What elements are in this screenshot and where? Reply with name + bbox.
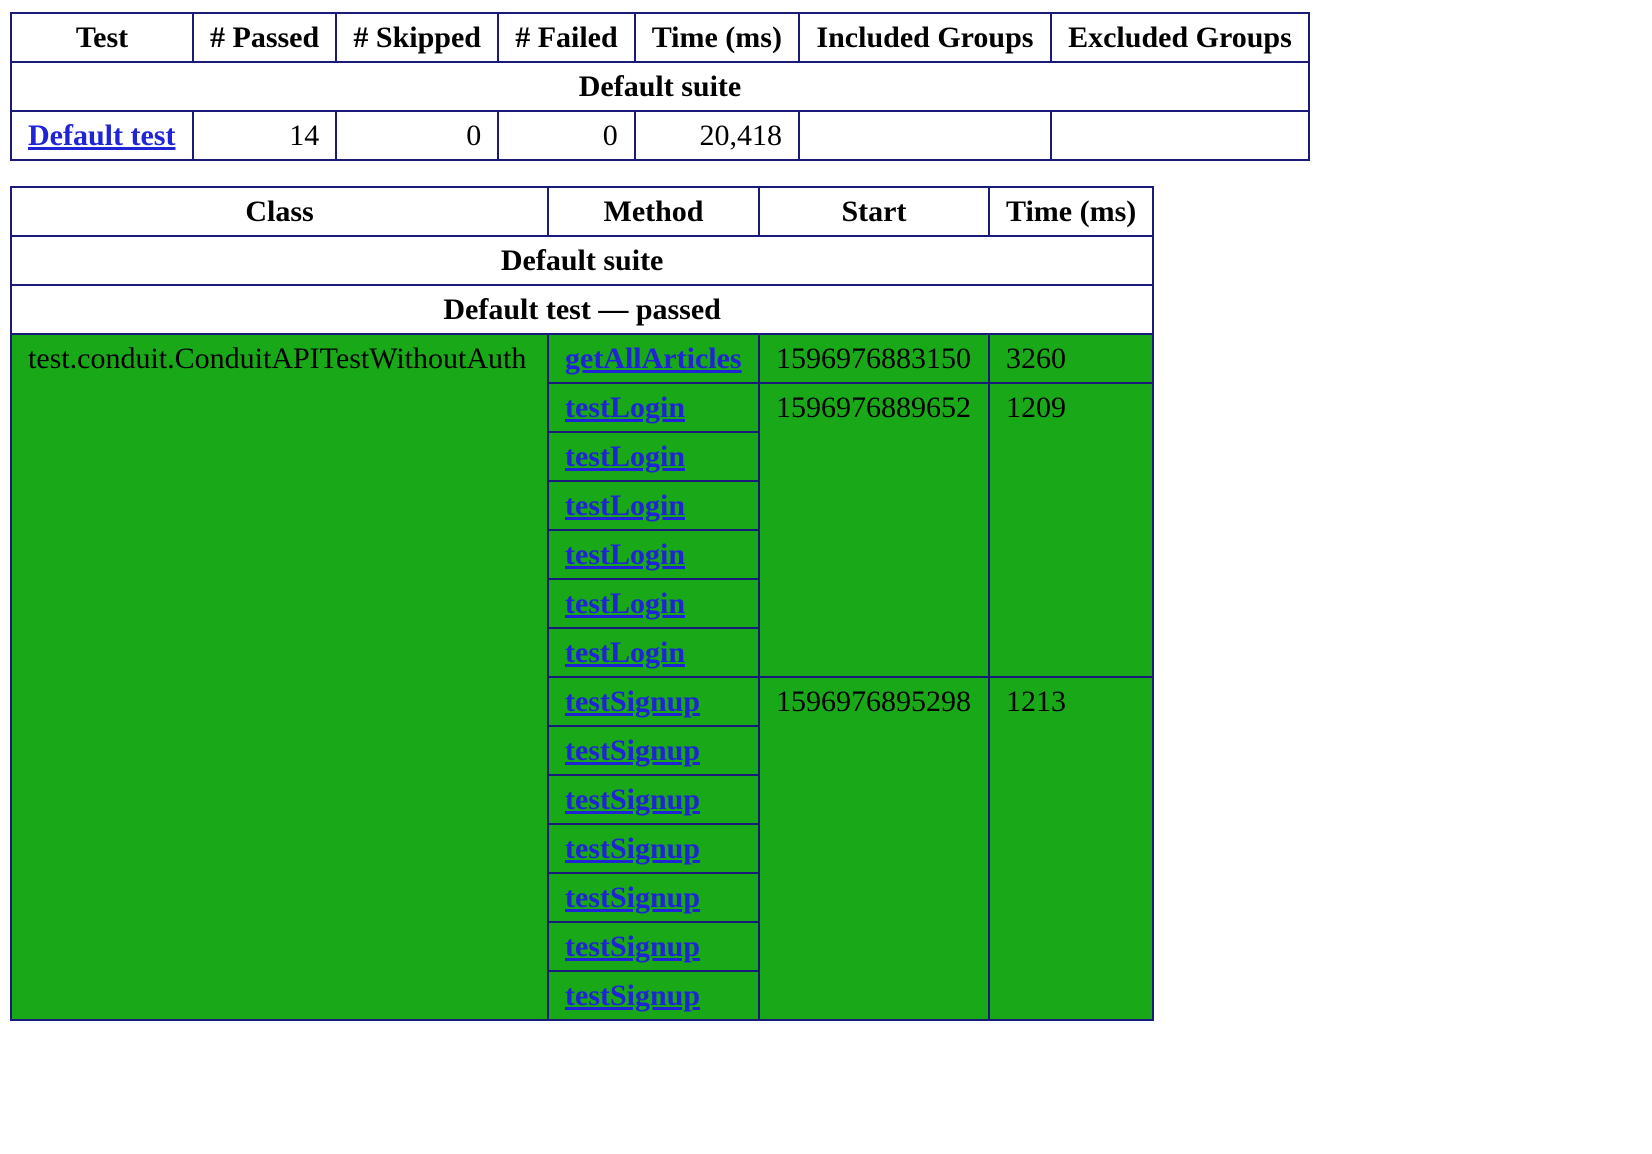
method-cell: testSignup: [547, 823, 760, 874]
test-summary-table: Test # Passed # Skipped # Failed Time (m…: [10, 12, 1310, 161]
method-cell: testLogin: [547, 431, 760, 482]
methods-suite-label: Default suite: [9, 235, 1155, 286]
method-link[interactable]: testSignup: [565, 979, 700, 1012]
method-link[interactable]: testLogin: [565, 391, 685, 424]
method-duration: 1209: [987, 382, 1155, 678]
skipped-count: 0: [335, 110, 500, 161]
summary-test-row: Default test 14 0 0 20,418: [10, 110, 1310, 161]
class-name: test.conduit.ConduitAPITestWithoutAuth: [10, 333, 549, 1021]
excluded-groups: [1049, 110, 1310, 161]
method-cell: testSignup: [547, 872, 760, 923]
method-link[interactable]: testSignup: [565, 783, 700, 816]
method-link[interactable]: testSignup: [565, 881, 700, 914]
method-cell: testSignup: [547, 676, 760, 727]
header-method: Method: [547, 186, 760, 237]
method-duration: 3260: [987, 333, 1155, 384]
header-time: Time (ms): [633, 12, 800, 63]
test-status-label: Default test — passed: [9, 284, 1155, 335]
header-start: Start: [758, 186, 990, 237]
method-cell: testSignup: [547, 725, 760, 776]
methods-suite-row: Default suite: [9, 235, 1155, 286]
method-cell: testLogin: [547, 529, 760, 580]
header-class: Class: [10, 186, 549, 237]
included-groups: [797, 110, 1052, 161]
method-cell: testLogin: [547, 382, 760, 433]
header-test: Test: [10, 12, 194, 63]
method-link[interactable]: testSignup: [565, 734, 700, 767]
method-link[interactable]: testSignup: [565, 832, 700, 865]
header-included-groups: Included Groups: [797, 12, 1052, 63]
methods-header-row: Class Method Start Time (ms): [10, 186, 1155, 237]
method-cell: testSignup: [547, 921, 760, 972]
total-time: 20,418: [633, 110, 800, 161]
method-link[interactable]: testSignup: [565, 685, 700, 718]
passed-count: 14: [191, 110, 338, 161]
method-cell: testSignup: [547, 774, 760, 825]
summary-header-row: Test # Passed # Skipped # Failed Time (m…: [10, 12, 1310, 63]
table-row: test.conduit.ConduitAPITestWithoutAuth g…: [10, 333, 1155, 1021]
method-link[interactable]: testLogin: [565, 440, 685, 473]
header-method-time: Time (ms): [987, 186, 1155, 237]
start-time: 1596976889652: [758, 382, 990, 678]
method-cell: getAllArticles: [547, 333, 760, 384]
failed-count: 0: [497, 110, 636, 161]
header-passed: # Passed: [191, 12, 338, 63]
summary-suite-row: Default suite: [10, 61, 1310, 112]
header-failed: # Failed: [497, 12, 636, 63]
header-skipped: # Skipped: [335, 12, 500, 63]
method-cell: testLogin: [547, 578, 760, 629]
method-cell: testLogin: [547, 627, 760, 678]
method-link[interactable]: testLogin: [565, 489, 685, 522]
test-name-cell: Default test: [10, 110, 194, 161]
method-cell: testLogin: [547, 480, 760, 531]
method-cell: testSignup: [547, 970, 760, 1021]
method-link[interactable]: testLogin: [565, 636, 685, 669]
method-link[interactable]: getAllArticles: [565, 342, 742, 375]
start-time: 1596976895298: [758, 676, 990, 1021]
start-time: 1596976883150: [758, 333, 990, 384]
method-link[interactable]: testLogin: [565, 587, 685, 620]
header-excluded-groups: Excluded Groups: [1049, 12, 1310, 63]
default-test-link[interactable]: Default test: [28, 119, 175, 152]
methods-table: Class Method Start Time (ms) Default sui…: [9, 186, 1155, 1021]
method-duration: 1213: [987, 676, 1155, 1021]
method-link[interactable]: testLogin: [565, 538, 685, 571]
method-link[interactable]: testSignup: [565, 930, 700, 963]
suite-label: Default suite: [10, 61, 1310, 112]
methods-test-row: Default test — passed: [9, 284, 1155, 335]
